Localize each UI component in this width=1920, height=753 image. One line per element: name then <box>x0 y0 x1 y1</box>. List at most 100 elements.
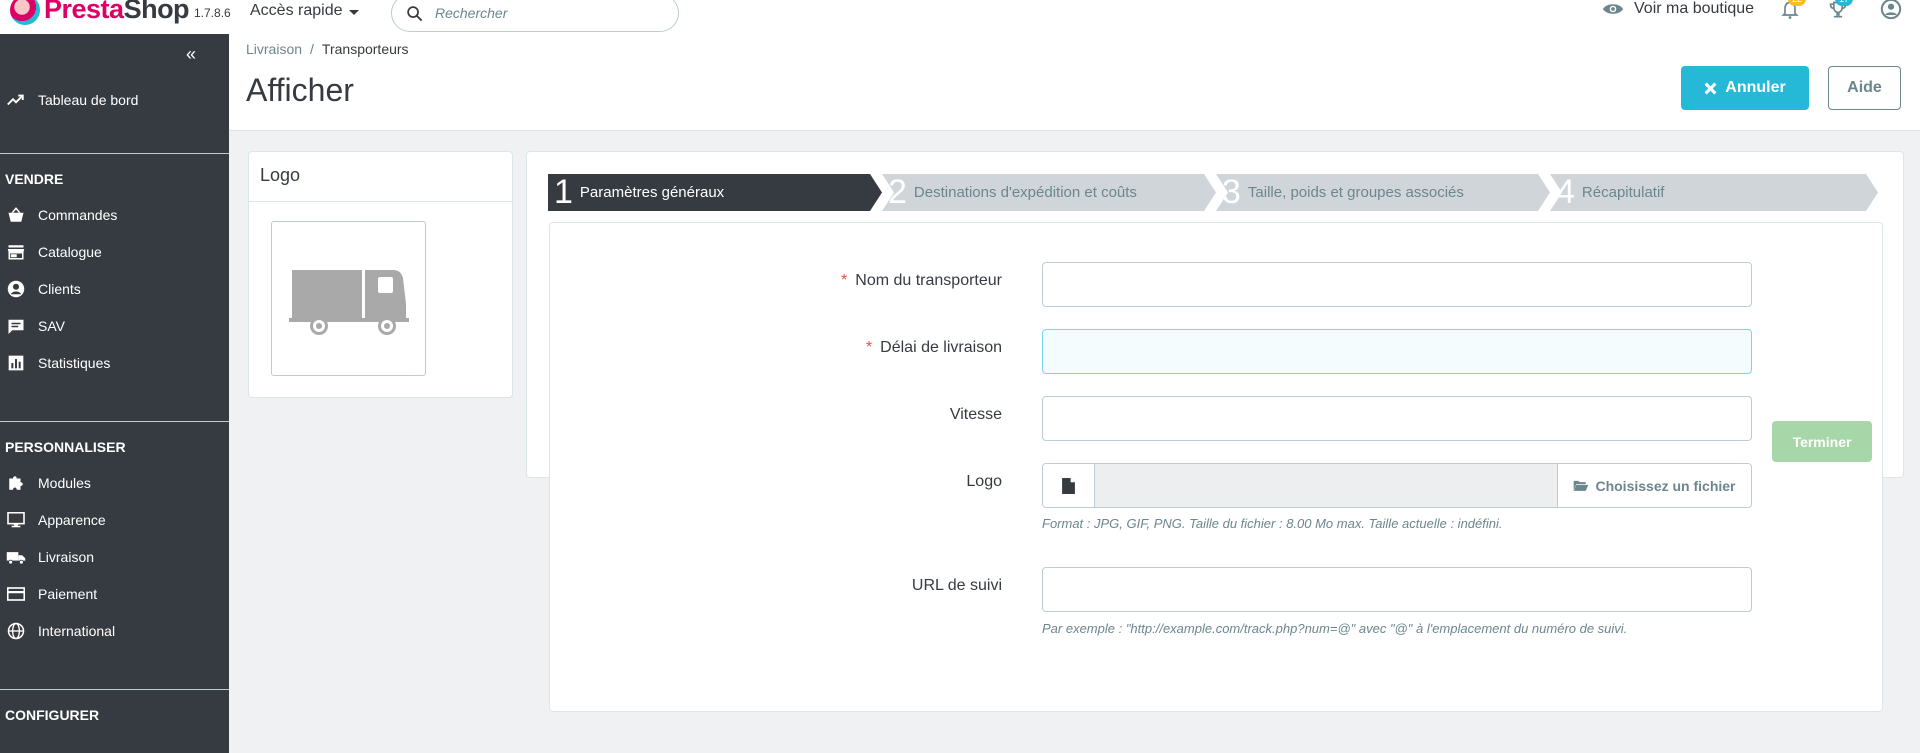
wizard-step-size-weight[interactable]: 3 Taille, poids et groupes associés <box>1216 174 1464 211</box>
sidebar-item-label: International <box>38 623 116 639</box>
speed-label: Vitesse <box>949 406 1002 423</box>
view-shop-link[interactable]: Voir ma boutique <box>1602 0 1754 18</box>
tracking-url-label: URL de suivi <box>911 577 1002 594</box>
sidebar-item-label: SAV <box>38 318 65 334</box>
delay-input[interactable] <box>1042 329 1752 374</box>
sidebar-item-label: Modules <box>38 475 91 491</box>
wizard-steps-background <box>548 174 1878 211</box>
sidebar-item-stats[interactable]: Statistiques <box>0 348 229 378</box>
step-number: 4 <box>1556 173 1575 211</box>
prestashop-logo[interactable]: PrestaShop <box>10 0 190 25</box>
breadcrumb-shipping-link[interactable]: Livraison <box>246 41 302 57</box>
file-icon <box>1043 464 1095 507</box>
page-header: Livraison / Transporteurs Afficher Annuler… <box>229 34 1920 131</box>
user-circle-icon <box>1880 0 1902 20</box>
sidebar-item-payment[interactable]: Paiement <box>0 579 229 609</box>
desktop-icon <box>5 512 27 528</box>
customers-badge: 17 <box>1835 0 1853 6</box>
wizard-step-general[interactable]: 1 Paramètres généraux <box>548 174 724 211</box>
section-title-customize: PERSONNALISER <box>5 439 126 455</box>
shipping-truck-icon <box>5 550 27 565</box>
delay-label-text: Délai de livraison <box>880 339 1002 356</box>
step-number: 3 <box>1222 173 1241 211</box>
logo-panel-title: Logo <box>260 165 301 185</box>
orders-notification[interactable]: 22 <box>1780 0 1806 22</box>
finish-button[interactable]: Terminer <box>1772 421 1872 462</box>
truck-icon <box>288 269 409 335</box>
sidebar-item-label: Commandes <box>38 207 118 223</box>
trending-up-icon <box>5 93 27 107</box>
delay-label: * Délai de livraison <box>866 339 1002 357</box>
wizard-step-summary[interactable]: 4 Récapitulatif <box>1550 174 1664 211</box>
sidebar-item-label: Statistiques <box>38 355 111 371</box>
tracking-help-text: Par exemple : "http://example.com/track.… <box>1042 621 1628 636</box>
sidebar-item-label: Apparence <box>38 512 106 528</box>
tracking-label-row: URL de suivi <box>560 577 1002 599</box>
search-input[interactable]: Rechercher <box>391 0 679 32</box>
choose-file-label: Choisissez un fichier <box>1595 477 1736 494</box>
step-label: Récapitulatif <box>1581 184 1665 201</box>
sidebar-item-label: Catalogue <box>38 244 102 260</box>
account-menu[interactable] <box>1880 0 1902 20</box>
logo-file-input[interactable]: Choisissez un fichier <box>1042 463 1752 508</box>
speed-input[interactable] <box>1042 396 1752 441</box>
carrier-name-label: * Nom du transporteur <box>841 272 1002 290</box>
version-label: 1.7.8.6 <box>194 6 231 20</box>
required-mark: * <box>865 339 873 356</box>
sidebar-item-international[interactable]: International <box>0 616 229 646</box>
step-label: Destinations d'expédition et coûts <box>913 184 1137 201</box>
tracking-url-input[interactable] <box>1042 567 1752 612</box>
folder-open-icon <box>1574 480 1589 491</box>
top-header: PrestaShop 1.7.8.6 Accès rapide Recherch… <box>0 0 1920 34</box>
sidebar-item-label: Clients <box>38 281 81 297</box>
credit-card-icon <box>5 587 27 601</box>
sidebar-item-label: Paiement <box>38 586 98 602</box>
sidebar-item-support[interactable]: SAV <box>0 311 229 341</box>
step-number: 2 <box>888 173 907 211</box>
orders-badge: 22 <box>1788 0 1806 6</box>
caret-down-icon <box>348 9 359 15</box>
carrier-name-input[interactable] <box>1042 262 1752 307</box>
search-icon <box>407 5 423 21</box>
step-label: Paramètres généraux <box>579 184 725 201</box>
cancel-button[interactable]: Annuler <box>1681 66 1809 110</box>
wizard-step-destinations[interactable]: 2 Destinations d'expédition et coûts <box>882 174 1137 211</box>
brand-second: Shop <box>123 0 190 24</box>
account-circle-icon <box>5 280 27 298</box>
step-label: Taille, poids et groupes associés <box>1247 184 1464 201</box>
collapse-sidebar-icon[interactable]: « <box>186 44 196 65</box>
quick-access-label: Accès rapide <box>250 2 343 19</box>
page-title: Afficher <box>246 72 354 108</box>
sidebar-item-appearance[interactable]: Apparence <box>0 505 229 535</box>
sidebar-item-dashboard[interactable]: Tableau de bord <box>0 85 229 115</box>
customers-notification[interactable]: 17 <box>1827 0 1853 22</box>
sidebar-item-catalog[interactable]: Catalogue <box>0 237 229 267</box>
delay-label-row: * Délai de livraison <box>560 339 1002 361</box>
prestashop-logo-icon <box>10 0 40 25</box>
store-icon <box>5 244 27 260</box>
sidebar-divider <box>0 421 229 422</box>
sidebar-divider <box>0 153 229 154</box>
logo-panel: Logo <box>248 151 513 398</box>
brand-name: PrestaShop <box>44 0 190 25</box>
breadcrumb-current: Transporteurs <box>321 41 409 57</box>
choose-file-button[interactable]: Choisissez un fichier <box>1557 464 1751 507</box>
sidebar-item-modules[interactable]: Modules <box>0 468 229 498</box>
section-title-sell: VENDRE <box>5 171 64 187</box>
sidebar-item-label: Livraison <box>38 549 95 565</box>
eye-icon <box>1602 4 1624 14</box>
sidebar-item-customers[interactable]: Clients <box>0 274 229 304</box>
sidebar-divider <box>0 689 229 690</box>
help-button[interactable]: Aide <box>1828 66 1901 110</box>
required-mark: * <box>841 272 848 289</box>
selected-file-name <box>1095 464 1557 507</box>
cancel-label: Annuler <box>1725 79 1786 96</box>
carrier-logo-preview <box>271 221 426 376</box>
wizard-steps: 1 Paramètres généraux 2 Destinations d'e… <box>548 174 1878 211</box>
quick-access-dropdown[interactable]: Accès rapide <box>250 2 359 20</box>
sidebar-item-orders[interactable]: Commandes <box>0 200 229 230</box>
speed-label-row: Vitesse <box>560 406 1002 428</box>
close-icon <box>1704 82 1717 94</box>
sidebar-item-shipping[interactable]: Livraison <box>0 542 229 572</box>
breadcrumb-separator: / <box>310 41 314 57</box>
